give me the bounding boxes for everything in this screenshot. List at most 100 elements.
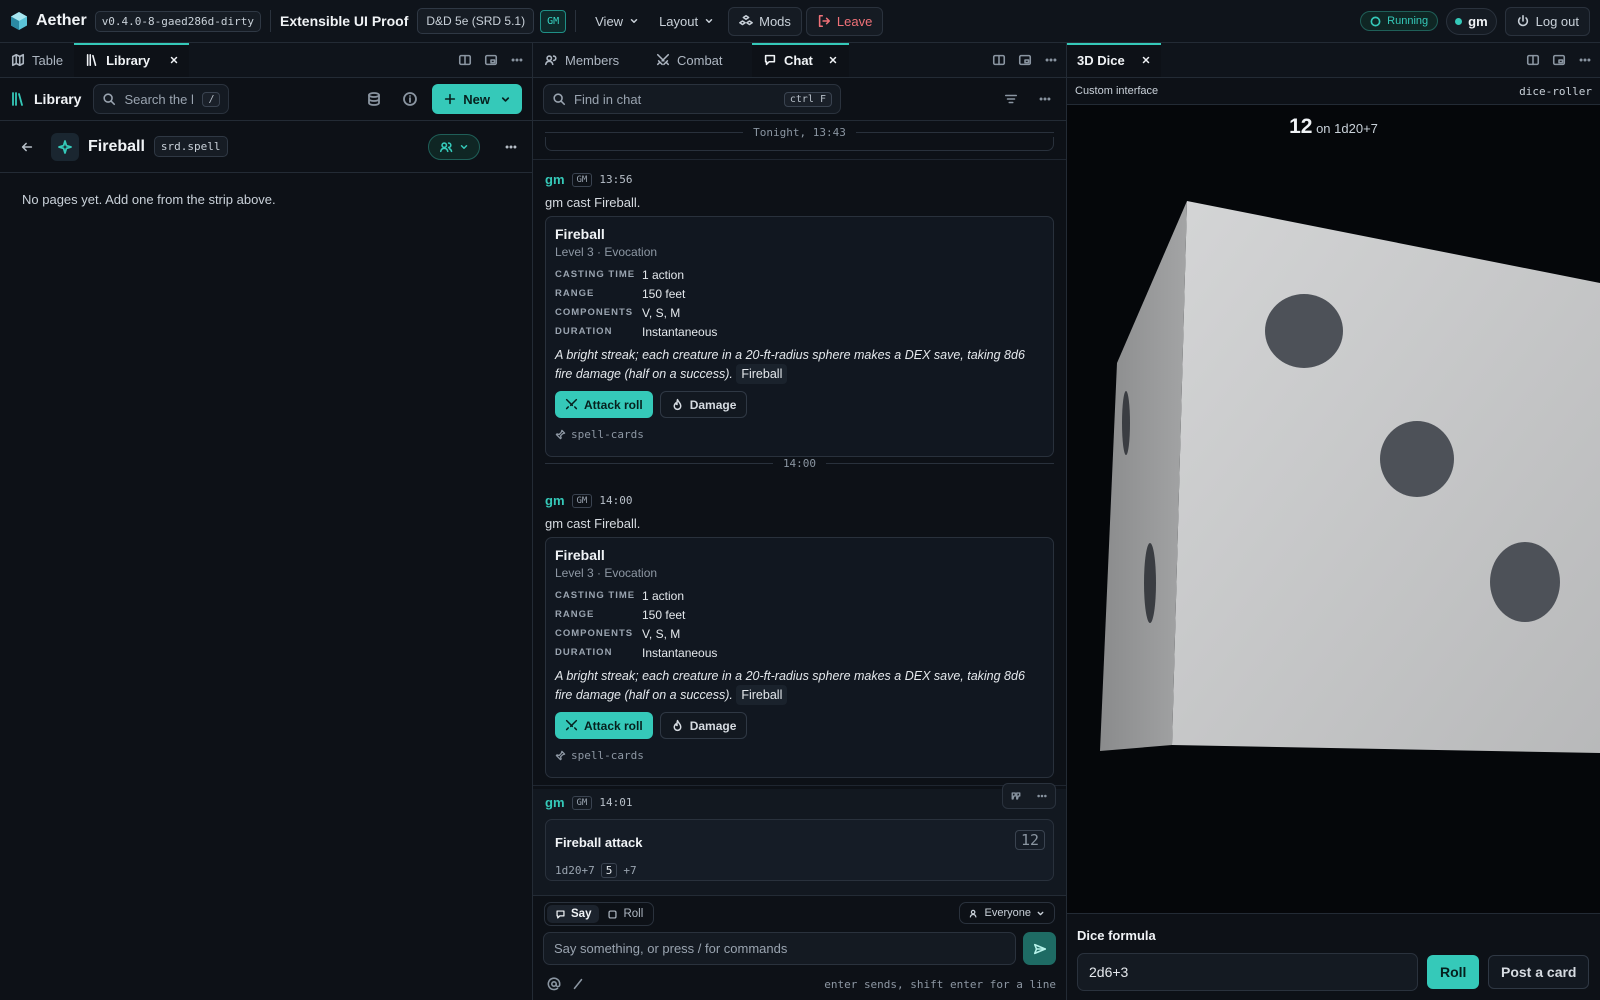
- new-button[interactable]: New: [432, 84, 522, 114]
- tab-combat[interactable]: Combat: [645, 43, 752, 77]
- tab-table[interactable]: Table: [0, 43, 74, 77]
- chat-menu-button[interactable]: [1038, 92, 1052, 106]
- pane-menu-button[interactable]: [510, 53, 524, 67]
- command-button[interactable]: [571, 977, 585, 991]
- message-time: 14:00: [599, 494, 633, 507]
- description-text: A bright streak; each creature in a 20-f…: [555, 669, 1025, 702]
- database-icon: [368, 92, 381, 106]
- tab-library[interactable]: Library: [74, 43, 190, 77]
- spell-field: RANGE 150 feet: [555, 605, 1044, 624]
- view-menu[interactable]: View: [585, 8, 649, 35]
- die-pip: [1265, 294, 1343, 368]
- quote-button[interactable]: [1003, 784, 1029, 808]
- arrow-left-icon: [21, 142, 33, 151]
- message-author[interactable]: gm: [545, 172, 565, 187]
- mid-tabbar: Members Combat Chat: [533, 43, 1066, 78]
- message-time: 14:01: [599, 796, 633, 809]
- chat-icon: [764, 54, 776, 66]
- message-author[interactable]: gm: [545, 493, 565, 508]
- search-icon: [103, 93, 116, 106]
- spell-tag[interactable]: Fireball: [736, 364, 788, 384]
- search-placeholder: Search the lil: [124, 91, 195, 107]
- status-ring-icon: [1370, 16, 1381, 26]
- right-tab-tools: [1526, 43, 1592, 77]
- info-button[interactable]: [402, 91, 418, 107]
- attack-label: Attack roll: [584, 397, 643, 412]
- close-icon[interactable]: [169, 55, 179, 65]
- tab-members[interactable]: Members: [533, 43, 645, 77]
- entry-type-chip: srd.spell: [153, 136, 228, 157]
- pane-menu-button[interactable]: [1044, 53, 1058, 67]
- popout-button[interactable]: [1552, 53, 1566, 67]
- message-menu-button[interactable]: [1029, 784, 1055, 808]
- split-pane-button[interactable]: [992, 53, 1006, 67]
- left-tabbar: Table Library: [0, 43, 532, 78]
- divider: [575, 10, 577, 32]
- layout-menu[interactable]: Layout: [649, 8, 724, 35]
- chat-pane: Members Combat Chat Find in chat ctrl F …: [533, 43, 1067, 1000]
- users-icon: [439, 141, 453, 152]
- online-dot: [1455, 17, 1463, 25]
- back-button[interactable]: [20, 140, 34, 154]
- spell-name: Fireball: [555, 226, 605, 242]
- close-icon[interactable]: [828, 55, 838, 65]
- field-key: CASTING TIME: [555, 269, 636, 280]
- layout-label: Layout: [659, 13, 699, 29]
- role-badge: GM: [540, 9, 567, 33]
- message-author[interactable]: gm: [545, 795, 565, 810]
- damage-button[interactable]: Damage: [659, 712, 748, 739]
- field-key: RANGE: [555, 609, 595, 620]
- visibility-button[interactable]: [428, 133, 480, 160]
- version-chip: v0.4.0-8-gaed286d-dirty: [94, 10, 262, 32]
- post-card-button[interactable]: Post a card: [1488, 955, 1590, 989]
- split-pane-button[interactable]: [458, 53, 472, 67]
- say-mode-button[interactable]: Say: [547, 905, 600, 923]
- roll-formula: 1d20+7: [555, 864, 595, 877]
- split-pane-button[interactable]: [1526, 53, 1540, 67]
- more-horizontal-icon: [1037, 794, 1047, 798]
- library-title: Library: [34, 91, 82, 107]
- info-icon: [403, 92, 418, 106]
- time-divider: 14:00: [545, 457, 1054, 470]
- dice-formula-input[interactable]: 2d6+3: [1077, 953, 1418, 991]
- library-icon: [12, 92, 23, 106]
- attack-roll-button[interactable]: Attack roll: [555, 391, 653, 418]
- popout-button[interactable]: [484, 53, 498, 67]
- message-input[interactable]: Say something, or press / for commands: [543, 932, 1016, 965]
- attack-roll-button[interactable]: Attack roll: [555, 712, 653, 739]
- field-value: 150 feet: [642, 286, 686, 301]
- audience-select[interactable]: Everyone: [958, 902, 1055, 924]
- leave-button[interactable]: Leave: [805, 6, 884, 36]
- mention-button[interactable]: [547, 977, 561, 991]
- filter-button[interactable]: [1004, 92, 1018, 106]
- spell-tag[interactable]: Fireball: [736, 685, 788, 705]
- send-button[interactable]: [1023, 932, 1056, 965]
- status-label: Running: [1387, 15, 1429, 27]
- sparkles-icon: [58, 139, 72, 154]
- message-meta: gm GM 14:01: [545, 795, 632, 810]
- tab-3d-dice[interactable]: 3D Dice: [1067, 43, 1161, 77]
- logout-button[interactable]: Log out: [1504, 6, 1590, 36]
- more-horizontal-icon: [505, 145, 517, 148]
- library-search-input[interactable]: Search the lil /: [93, 84, 230, 114]
- tab-chat[interactable]: Chat: [752, 43, 849, 77]
- pane-menu-button[interactable]: [1578, 53, 1592, 67]
- user-menu[interactable]: gm: [1446, 7, 1497, 35]
- spell-field: RANGE 150 feet: [555, 284, 1044, 303]
- mods-button[interactable]: Mods: [728, 6, 802, 36]
- flame-icon: [673, 719, 682, 732]
- app-logo[interactable]: Aether: [10, 11, 87, 31]
- die-pip: [1490, 542, 1560, 622]
- send-icon: [1033, 943, 1046, 954]
- search-icon: [553, 93, 566, 106]
- session-title: Extensible UI Proof: [280, 13, 409, 29]
- more-horizontal-icon: [1045, 58, 1057, 62]
- entry-menu-button[interactable]: [504, 140, 518, 154]
- popout-button[interactable]: [1018, 53, 1032, 67]
- roll-mode-button[interactable]: Roll: [599, 905, 651, 923]
- chat-find-input[interactable]: Find in chat ctrl F: [543, 84, 841, 114]
- damage-button[interactable]: Damage: [659, 391, 748, 418]
- close-icon[interactable]: [1141, 55, 1151, 65]
- database-button[interactable]: [366, 91, 382, 107]
- roll-button[interactable]: Roll: [1427, 955, 1480, 989]
